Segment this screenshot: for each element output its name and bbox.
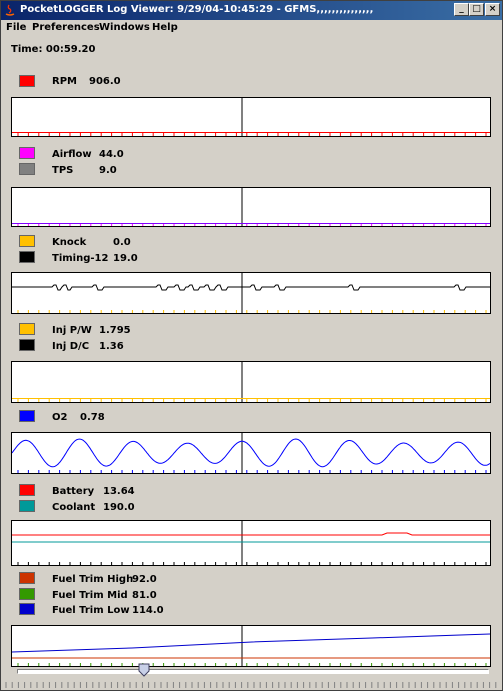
tps-value: 9.0	[99, 165, 117, 176]
title-bar: PocketLOGGER Log Viewer: 9/29/04-10:45:2…	[0, 0, 503, 20]
time-slider-track[interactable]	[17, 669, 489, 674]
fuel-trim-mid-value: 81.0	[132, 590, 157, 601]
time-slider-thumb[interactable]	[138, 663, 150, 677]
rpm-color-swatch[interactable]	[19, 75, 35, 87]
o2-trace	[12, 438, 490, 468]
airflow-color-swatch[interactable]	[19, 147, 35, 159]
airflow-value: 44.0	[99, 149, 124, 160]
coolant-label: Coolant	[52, 502, 96, 513]
o2-value: 0.78	[80, 412, 105, 423]
battery-value: 13.64	[103, 486, 135, 497]
rpm-value: 906.0	[89, 76, 121, 87]
inj-pw-label: Inj P/W	[52, 325, 92, 336]
fuel-trim-high-color-swatch[interactable]	[19, 572, 35, 584]
fuel-trim-high-value: 92.0	[132, 574, 157, 585]
fuel-trim-low-value: 114.0	[132, 605, 164, 616]
coolant-color-swatch[interactable]	[19, 500, 35, 512]
menu-windows[interactable]: Windows	[99, 22, 150, 33]
injector-plot	[11, 361, 491, 403]
fuel-trim-low-label: Fuel Trim Low	[52, 605, 130, 616]
time-readout: Time: 00:59.20	[11, 44, 96, 55]
battery-coolant-plot	[11, 520, 491, 566]
fuel-trim-low-color-swatch[interactable]	[19, 603, 35, 615]
inj-pw-value: 1.795	[99, 325, 131, 336]
fuel-trim-low-trace	[12, 633, 490, 653]
close-button[interactable]: ×	[485, 3, 500, 16]
battery-trace	[12, 532, 490, 536]
timing-trace	[12, 284, 490, 291]
time-slider-ruler	[5, 682, 497, 688]
minimize-button[interactable]: _	[454, 3, 469, 16]
knock-color-swatch[interactable]	[19, 235, 35, 247]
o2-color-swatch[interactable]	[19, 410, 35, 422]
maximize-button[interactable]: □	[469, 3, 484, 16]
battery-label: Battery	[52, 486, 95, 497]
knock-timing-plot	[11, 272, 491, 314]
timing-label: Timing-12	[52, 253, 109, 264]
rpm-label: RPM	[52, 76, 77, 87]
o2-label: O2	[52, 412, 68, 423]
tps-color-swatch[interactable]	[19, 163, 35, 175]
java-app-icon	[5, 4, 15, 16]
fuel-trim-mid-color-swatch[interactable]	[19, 588, 35, 600]
menu-file[interactable]: File	[6, 22, 26, 33]
airflow-tps-plot	[11, 187, 491, 227]
inj-dc-value: 1.36	[99, 341, 124, 352]
menu-bar: File Preferences Windows Help	[0, 20, 503, 37]
close-icon: ×	[488, 4, 497, 14]
coolant-value: 190.0	[103, 502, 135, 513]
fuel-trim-plot	[11, 625, 491, 667]
fuel-trim-mid-label: Fuel Trim Mid	[52, 590, 128, 601]
knock-value: 0.0	[113, 237, 131, 248]
inj-dc-label: Inj D/C	[52, 341, 90, 352]
airflow-label: Airflow	[52, 149, 92, 160]
window-title: PocketLOGGER Log Viewer: 9/29/04-10:45:2…	[20, 4, 374, 15]
fuel-trim-high-label: Fuel Trim High	[52, 574, 134, 585]
menu-preferences[interactable]: Preferences	[32, 22, 100, 33]
knock-label: Knock	[52, 237, 87, 248]
inj-pw-color-swatch[interactable]	[19, 323, 35, 335]
o2-plot	[11, 432, 491, 474]
timing-value: 19.0	[113, 253, 138, 264]
inj-dc-color-swatch[interactable]	[19, 339, 35, 351]
rpm-plot	[11, 97, 491, 137]
battery-color-swatch[interactable]	[19, 484, 35, 496]
menu-help[interactable]: Help	[152, 22, 178, 33]
tps-label: TPS	[52, 165, 74, 176]
maximize-icon: □	[472, 4, 481, 14]
timing-color-swatch[interactable]	[19, 251, 35, 263]
minimize-icon: _	[459, 4, 464, 14]
